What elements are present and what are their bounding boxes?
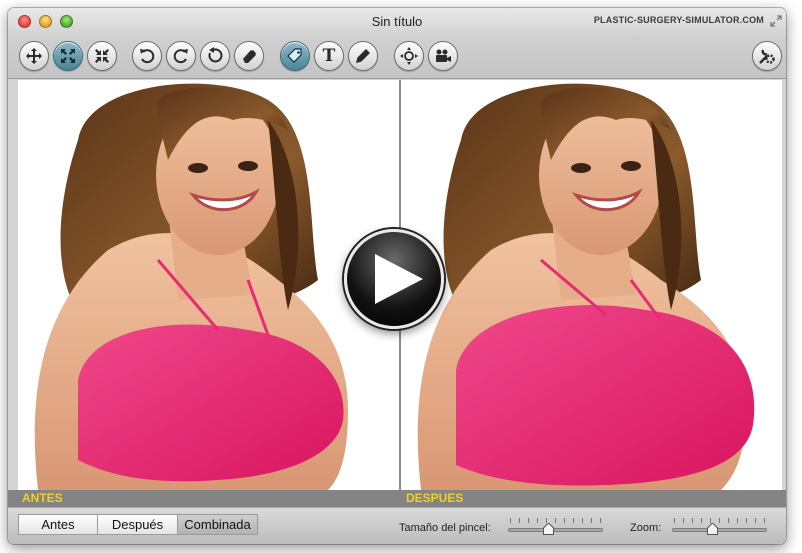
pencil-tool-button[interactable] (348, 41, 378, 71)
bottom-bar: Antes Después Combinada Tamaño del pince… (8, 507, 786, 544)
play-icon (375, 254, 423, 304)
undo-icon (140, 49, 155, 64)
shrink-icon (95, 49, 109, 63)
camera-icon (436, 49, 451, 62)
view-mode-combinada-button[interactable]: Combinada (178, 514, 258, 535)
move-arrows-icon (26, 48, 42, 64)
eraser-icon (243, 50, 256, 63)
redo-tool-button[interactable] (166, 41, 196, 71)
play-button[interactable] (344, 229, 444, 329)
zoom-slider[interactable] (672, 518, 767, 536)
caption-bar: ANTES DESPUES (8, 490, 786, 507)
after-caption: DESPUES (406, 491, 464, 505)
pencil-icon (356, 49, 370, 63)
brush-size-track (508, 528, 603, 532)
wrench-gear-icon (759, 49, 775, 64)
brush-size-label: Tamaño del pincel: (399, 522, 491, 534)
after-photo (417, 83, 755, 490)
tag-icon (287, 48, 302, 63)
before-photo (34, 83, 348, 490)
redo-icon (173, 49, 188, 64)
view-mode-antes-button[interactable]: Antes (18, 514, 98, 535)
eraser-tool-button[interactable] (234, 41, 264, 71)
before-caption: ANTES (22, 491, 63, 505)
shrink-tool-button[interactable] (87, 41, 117, 71)
view-mode-despues-button[interactable]: Después (98, 514, 178, 535)
zoom-track (672, 528, 767, 532)
video-tool-button[interactable] (428, 41, 458, 71)
reset-icon (208, 47, 223, 63)
undo-tool-button[interactable] (132, 41, 162, 71)
expand-tool-button[interactable] (53, 41, 83, 71)
settings-tool-button[interactable] (752, 41, 782, 71)
tag-tool-button[interactable] (280, 41, 310, 71)
move-tool-button[interactable] (19, 41, 49, 71)
navigate-tool-button[interactable] (394, 41, 424, 71)
toolbar-area: Sin título PLASTIC-SURGERY-SIMULATOR.COM (8, 8, 786, 79)
text-tool-button[interactable]: T (314, 41, 344, 71)
after-photo-panel[interactable] (401, 80, 782, 490)
reset-tool-button[interactable] (200, 41, 230, 71)
brand-label: PLASTIC-SURGERY-SIMULATOR.COM (593, 15, 764, 25)
zoom-thumb[interactable] (706, 523, 718, 535)
brush-size-ticks (510, 518, 601, 523)
app-window: Sin título PLASTIC-SURGERY-SIMULATOR.COM (8, 8, 786, 544)
zoom-label: Zoom: (630, 522, 662, 534)
brush-size-slider[interactable] (508, 518, 603, 536)
text-icon: T (322, 46, 336, 66)
before-photo-panel[interactable] (18, 80, 399, 490)
expand-icon (61, 49, 75, 63)
navigate-icon (400, 47, 418, 65)
view-mode-segmented-control: Antes Después Combinada (18, 514, 258, 535)
fullscreen-icon[interactable] (770, 15, 782, 27)
brush-size-thumb[interactable] (542, 523, 554, 535)
zoom-ticks (674, 518, 765, 523)
